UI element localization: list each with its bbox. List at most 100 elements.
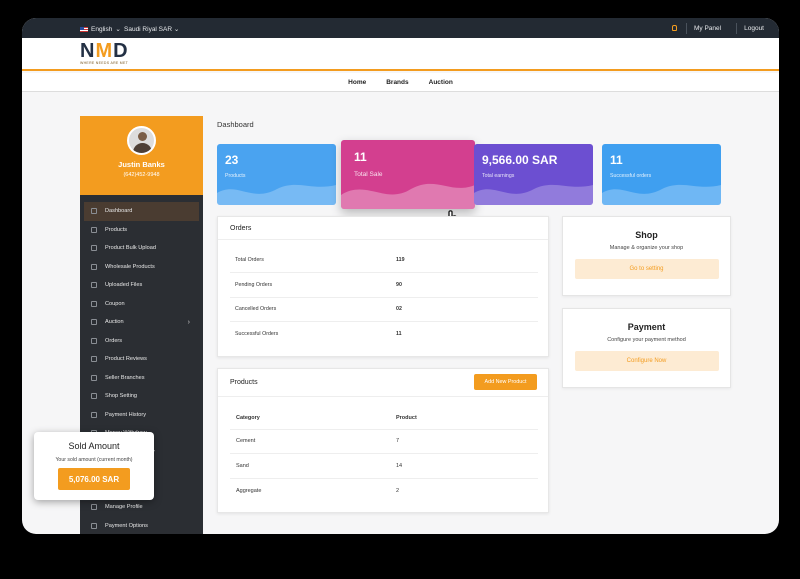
currency-selector[interactable]: Saudi Riyal SAR ⌄ xyxy=(124,25,179,33)
sidebar-item[interactable]: Dashboard xyxy=(84,202,199,221)
sidebar-item[interactable]: Manage Profile xyxy=(80,498,203,517)
user-icon xyxy=(91,504,97,511)
logo-tagline: WHERE NEEDS ARE MET xyxy=(80,61,129,65)
order-value: 119 xyxy=(396,256,405,263)
payment-title: Payment xyxy=(627,322,666,332)
nav-auction[interactable]: Auction xyxy=(429,79,453,86)
table-row: Cement 7 xyxy=(230,429,538,454)
sidebar-item[interactable]: Seller Branches xyxy=(80,369,203,388)
category-cell: Cement xyxy=(236,438,256,445)
profile-card: Justin Banks (642)452-9948 xyxy=(80,116,203,195)
main-nav: Home Brands Auction xyxy=(22,73,779,92)
products-panel: Products Add New Product Category Product… xyxy=(217,368,549,513)
top-bar: English ⌄ Saudi Riyal SAR ⌄ My Panel Log… xyxy=(22,18,779,38)
payment-panel: Payment Configure your payment method Co… xyxy=(562,308,731,388)
diamond-icon xyxy=(91,226,97,233)
stat-value: 23 xyxy=(225,153,239,167)
stat-card-total-sale[interactable]: 11 Total Sale xyxy=(341,140,475,209)
branch-icon xyxy=(91,374,97,381)
sidebar-item[interactable]: Coupon xyxy=(80,295,203,314)
profile-name: Justin Banks xyxy=(118,160,165,169)
sidebar-item[interactable]: Auction › xyxy=(80,313,203,332)
folder-icon xyxy=(91,282,97,289)
currency-label: Saudi Riyal SAR xyxy=(124,26,173,33)
stat-card-products[interactable]: 23 Products xyxy=(217,144,336,205)
sidebar-item[interactable]: Wholesale Products xyxy=(80,258,203,277)
logo[interactable]: NMD WHERE NEEDS ARE MET xyxy=(80,41,129,65)
sidebar-item[interactable]: Uploaded Files xyxy=(80,276,203,295)
page-title: Dashboard xyxy=(217,120,254,129)
order-row: Total Orders 119 xyxy=(230,248,538,273)
home-icon xyxy=(91,208,97,215)
stat-value: 11 xyxy=(354,150,367,164)
payment-subtitle: Configure your payment method xyxy=(607,337,686,343)
order-value: 02 xyxy=(396,305,402,312)
sidebar-item-label: Payment Options xyxy=(105,522,148,529)
sold-amount-value: 5,076.00 SAR xyxy=(58,468,130,490)
sidebar-item-label: Uploaded Files xyxy=(105,282,143,289)
sidebar-item[interactable]: Product Bulk Upload xyxy=(80,239,203,258)
order-row: Successful Orders 11 xyxy=(230,322,538,347)
divider xyxy=(218,396,548,397)
sidebar-item-label: Product Bulk Upload xyxy=(105,245,156,252)
nav-brands[interactable]: Brands xyxy=(386,79,408,86)
sidebar-item-label: Product Reviews xyxy=(105,356,147,363)
add-new-product-button[interactable]: Add New Product xyxy=(474,374,537,390)
order-value: 90 xyxy=(396,281,402,288)
site-header: NMD WHERE NEEDS ARE MET xyxy=(22,38,779,71)
order-value: 11 xyxy=(396,331,402,338)
flag-icon xyxy=(80,26,88,32)
box-icon xyxy=(91,263,97,270)
logout-link[interactable]: Logout xyxy=(737,25,779,32)
star-icon xyxy=(91,356,97,363)
sold-subtitle: Your sold amount (current month) xyxy=(55,457,133,463)
orders-icon xyxy=(91,337,97,344)
sidebar-item-label: Wholesale Products xyxy=(105,263,155,270)
gavel-icon xyxy=(91,319,97,326)
order-label: Cancelled Orders xyxy=(235,305,277,312)
shop-subtitle: Manage & organize your shop xyxy=(609,245,684,251)
gear-icon xyxy=(91,393,97,400)
nav-home[interactable]: Home xyxy=(348,79,366,86)
go-to-setting-button[interactable]: Go to setting xyxy=(574,259,719,279)
sidebar-item-label: Auction xyxy=(105,319,124,326)
logo-letter: D xyxy=(113,40,129,62)
category-cell: Sand xyxy=(236,462,249,469)
sidebar-item[interactable]: Product Reviews xyxy=(80,350,203,369)
order-label: Pending Orders xyxy=(235,281,273,288)
wave-graphic xyxy=(217,184,336,205)
notification-icon[interactable] xyxy=(672,25,677,31)
order-label: Successful Orders xyxy=(235,331,279,338)
stat-card-successful-orders[interactable]: 11 Successful orders xyxy=(602,144,721,205)
order-row: Cancelled Orders 02 xyxy=(230,297,538,322)
upload-icon xyxy=(91,245,97,252)
orders-panel: Orders Total Orders 119 Pending Orders 90 … xyxy=(217,216,549,357)
wave-graphic xyxy=(341,183,475,209)
chevron-down-icon: ⌄ xyxy=(115,26,121,33)
product-count-cell: 14 xyxy=(396,462,403,469)
sidebar-item-label: Payment History xyxy=(105,411,147,418)
sidebar-item[interactable]: Shop Setting xyxy=(80,387,203,406)
configure-now-button[interactable]: Configure Now xyxy=(574,351,719,371)
sold-amount-card: Sold Amount Your sold amount (current mo… xyxy=(34,432,154,500)
sidebar-item-label: Coupon xyxy=(105,300,125,307)
sidebar-item[interactable]: Products xyxy=(80,221,203,240)
language-selector[interactable]: English ⌄ xyxy=(80,25,121,33)
category-cell: Aggregate xyxy=(236,488,262,495)
orders-title: Orders xyxy=(230,225,252,232)
my-panel-link[interactable]: My Panel xyxy=(687,25,736,32)
table-row: Aggregate 2 xyxy=(230,479,538,504)
shop-panel: Shop Manage & organize your shop Go to s… xyxy=(562,216,731,296)
sidebar-item[interactable]: Payment Options xyxy=(80,517,203,535)
sidebar-item-label: Shop Setting xyxy=(105,393,138,400)
coupon-icon xyxy=(91,300,97,307)
stat-card-total-earnings[interactable]: 9,566.00 SAR Total earnings xyxy=(474,144,593,205)
stat-value: 9,566.00 SAR xyxy=(482,153,558,167)
sidebar-item[interactable]: Orders xyxy=(80,332,203,351)
sidebar-item[interactable]: Payment History xyxy=(80,406,203,425)
sidebar-item-label: Dashboard xyxy=(105,208,133,215)
table-row: Sand 14 xyxy=(230,454,538,479)
column-header: Product xyxy=(396,415,417,422)
product-count-cell: 7 xyxy=(396,438,400,445)
chevron-right-icon: › xyxy=(187,318,190,326)
